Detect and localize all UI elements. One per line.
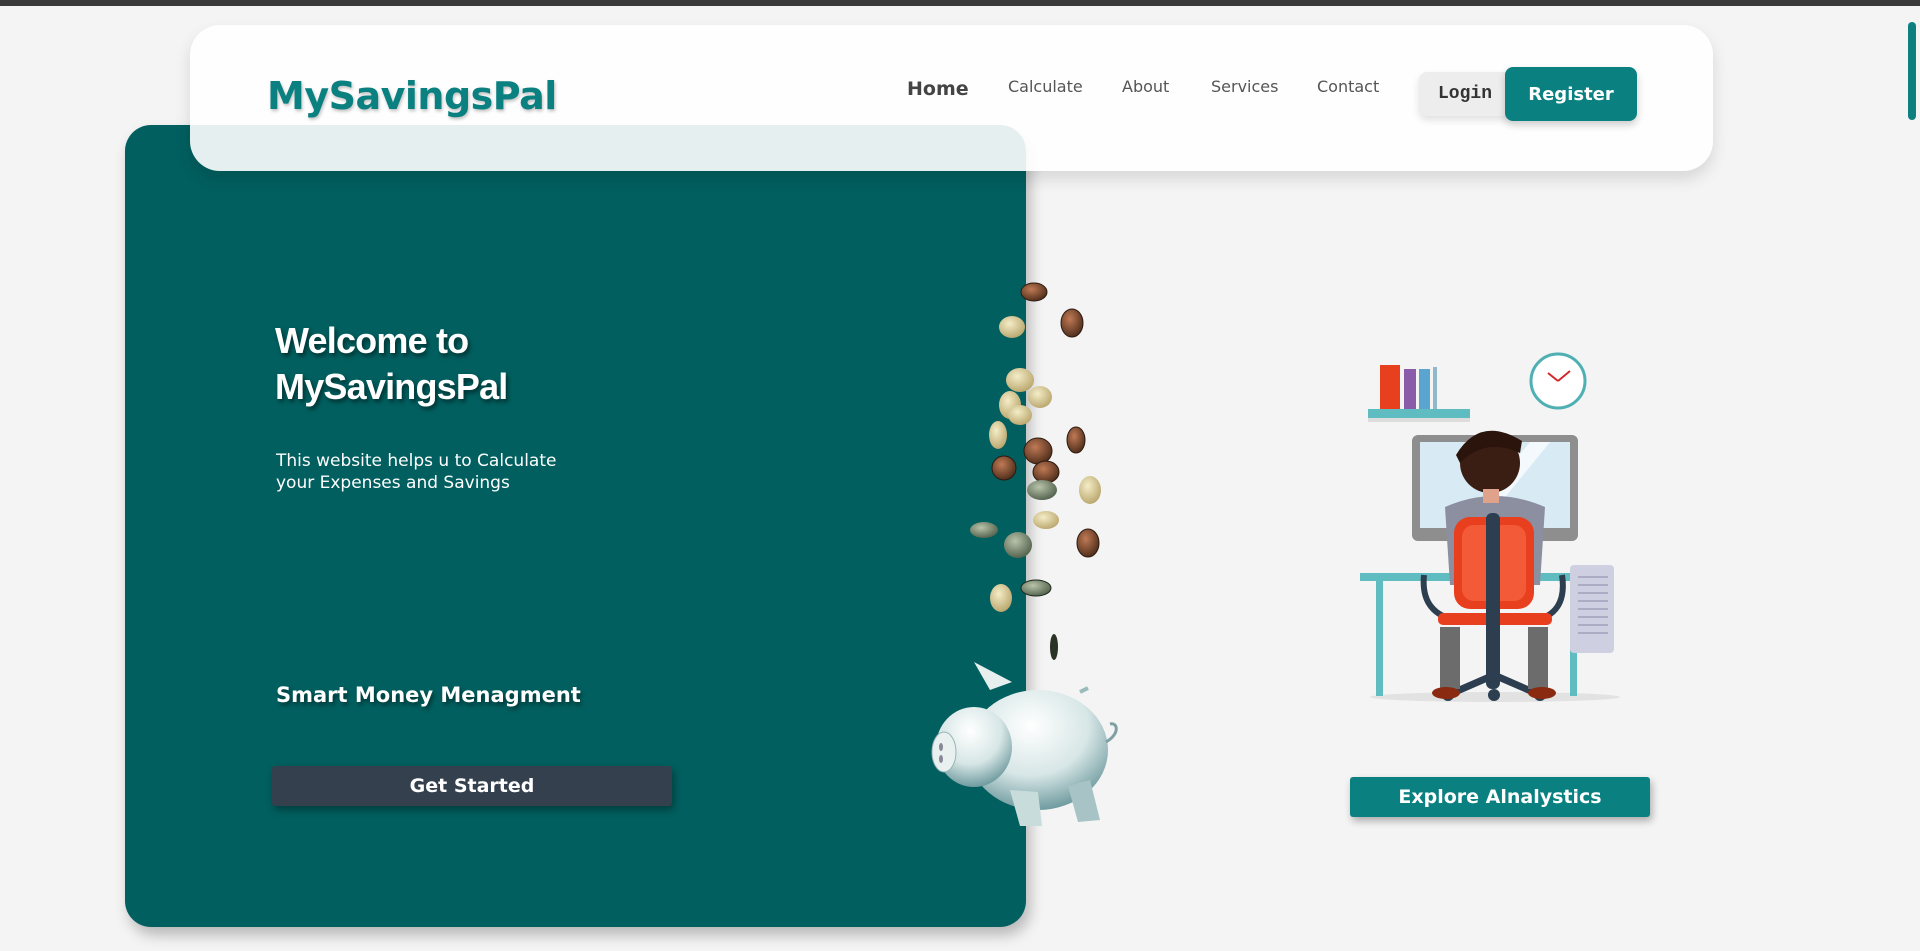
nav-link-services[interactable]: Services [1211,77,1278,96]
get-started-button[interactable]: Get Started [272,766,672,806]
login-button[interactable]: Login [1419,72,1511,116]
explore-analytics-button[interactable]: Explore Alnalystics [1350,777,1650,817]
nav-link-about[interactable]: About [1122,77,1169,96]
scrollbar[interactable] [1908,22,1916,120]
browser-top-bar [0,0,1920,6]
nav-link-calculate[interactable]: Calculate [1008,77,1083,96]
hero-tagline: Smart Money Menagment [276,683,581,707]
falling-coins-icon [970,282,1101,660]
hero-title: Welcome to MySavingsPal [275,320,508,407]
nav-link-home[interactable]: Home [907,78,969,100]
hero-panel [125,125,1026,927]
piggy-bank-icon [931,662,1118,826]
site-logo[interactable]: MySavingsPal [267,74,557,118]
nav-link-contact[interactable]: Contact [1317,77,1379,96]
register-button[interactable]: Register [1505,67,1637,121]
hero-description: This website helps u to Calculate your E… [276,451,557,493]
person-at-desk-illustration [1360,352,1620,702]
